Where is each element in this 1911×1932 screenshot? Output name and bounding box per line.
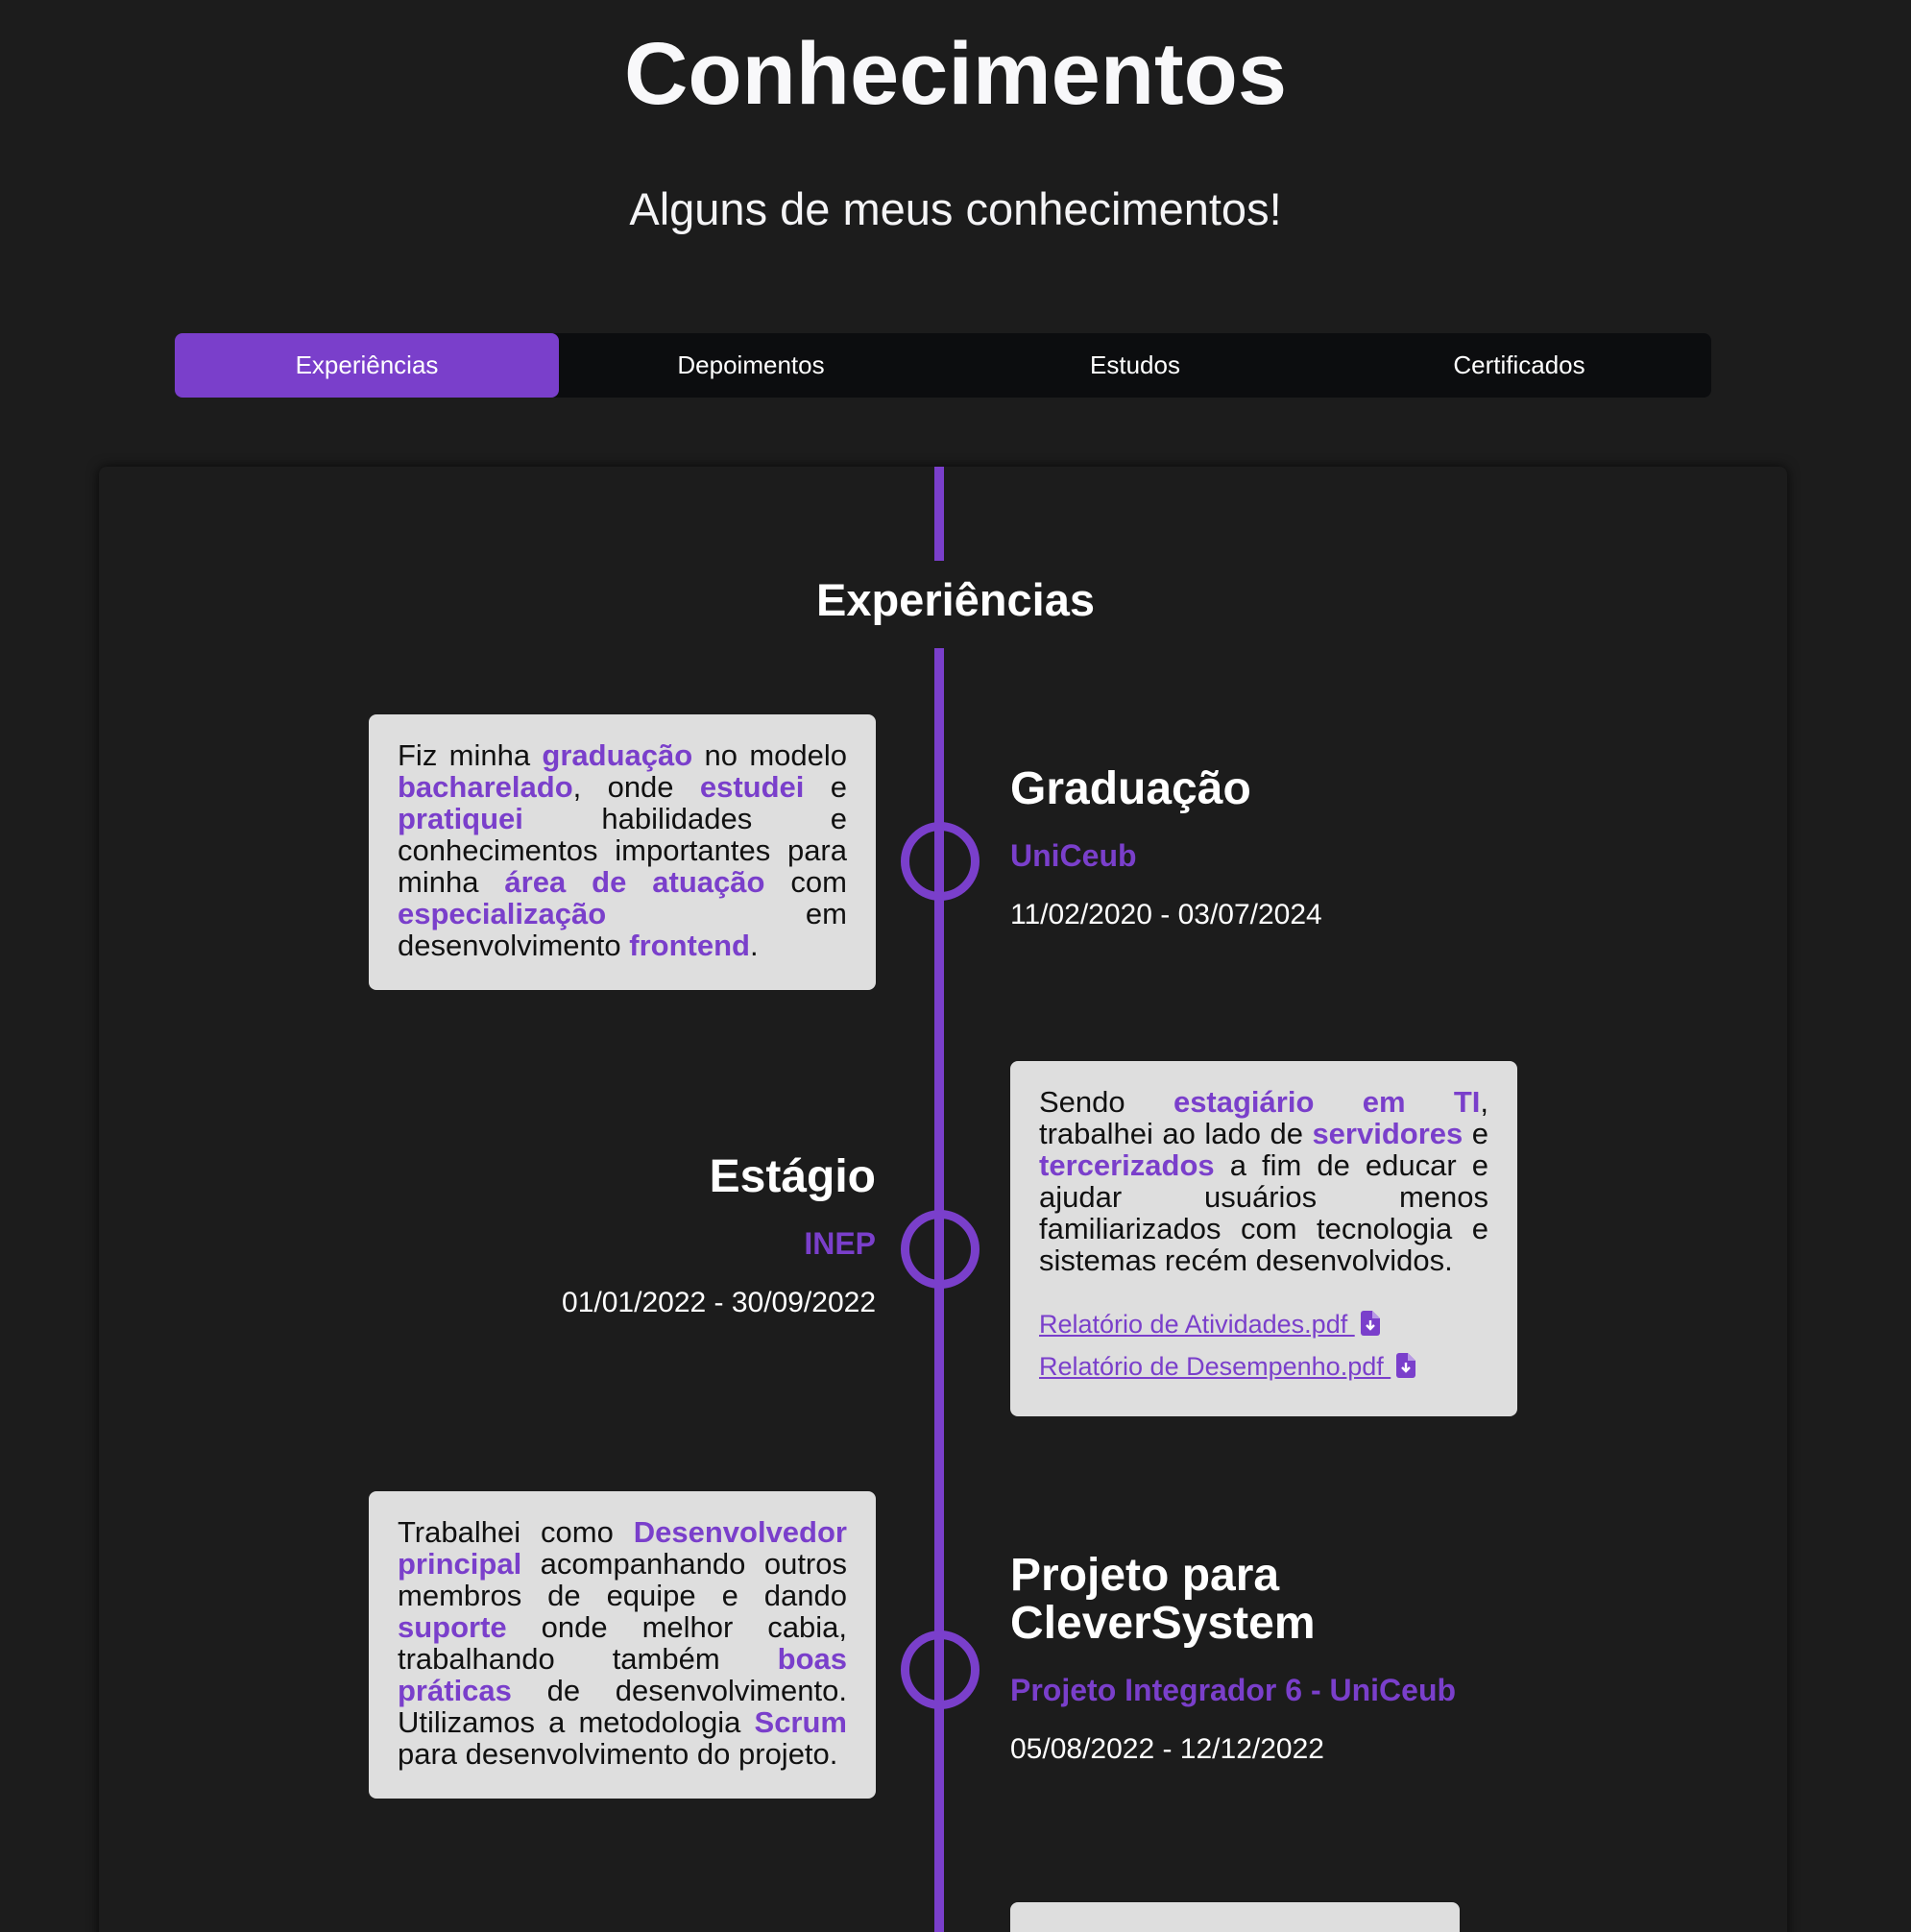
- highlight-text: bacharelado: [398, 770, 573, 804]
- page-title: Conhecimentos: [623, 25, 1288, 123]
- tab-certificados[interactable]: Certificados: [1327, 333, 1711, 398]
- description-card-cleversystem: Trabalhei como Desenvolvedor principal a…: [369, 1491, 876, 1799]
- highlight-text: tercerizados: [1039, 1148, 1215, 1182]
- body-text: , onde: [572, 770, 700, 804]
- description-card-next: [1010, 1902, 1460, 1932]
- entry-graduacao: Graduação UniCeub 11/02/2020 - 03/07/202…: [1010, 765, 1322, 934]
- highlight-text: suporte: [398, 1610, 507, 1644]
- body-text: com: [764, 865, 847, 899]
- highlight-text: frontend: [629, 929, 750, 962]
- timeline-node: [901, 822, 980, 901]
- highlight-text: especialização: [398, 897, 607, 930]
- page: Conhecimentos Alguns de meus conheciment…: [0, 0, 1911, 1932]
- description-text: Trabalhei como Desenvolvedor principal a…: [398, 1516, 847, 1770]
- description-card-graduacao: Fiz minha graduação no modelo bacharelad…: [369, 714, 876, 990]
- entry-dates: 01/01/2022 - 30/09/2022: [562, 1287, 876, 1318]
- highlight-text: estagiário em TI: [1173, 1085, 1481, 1119]
- timeline-line-top: [934, 467, 944, 561]
- description-text: Fiz minha graduação no modelo bacharelad…: [398, 739, 847, 961]
- highlight-text: graduação: [542, 738, 693, 772]
- body-text: no modelo: [692, 738, 848, 772]
- file-download-icon: [1396, 1353, 1416, 1378]
- body-text: .: [749, 929, 759, 962]
- description-text: Sendo estagiário em TI, trabalhei ao lad…: [1039, 1086, 1488, 1276]
- entry-title: Estágio: [709, 1151, 876, 1202]
- entry-org: UniCeub: [1010, 838, 1137, 873]
- body-text: Fiz minha: [398, 738, 543, 772]
- entry-estagio: Estágio INEP 01/01/2022 - 30/09/2022: [562, 1153, 876, 1322]
- highlight-text: servidores: [1312, 1117, 1463, 1150]
- entry-cleversystem: Projeto para CleverSystem Projeto Integr…: [1010, 1552, 1456, 1769]
- tab-depoimentos[interactable]: Depoimentos: [559, 333, 943, 398]
- body-text: Trabalhei como: [398, 1515, 634, 1549]
- highlight-text: estudei: [699, 770, 805, 804]
- tab-experiencias[interactable]: Experiências: [175, 333, 559, 398]
- body-text: Sendo: [1039, 1085, 1173, 1119]
- highlight-text: área de atuação: [504, 865, 765, 899]
- entry-org: Projeto Integrador 6 - UniCeub: [1010, 1673, 1457, 1707]
- report-activities-link[interactable]: Relatório de Atividades.pdf: [1039, 1303, 1488, 1345]
- report-performance-link[interactable]: Relatório de Desempenho.pdf: [1039, 1345, 1488, 1388]
- description-card-estagio: Sendo estagiário em TI, trabalhei ao lad…: [1010, 1061, 1517, 1416]
- body-text: e: [804, 770, 847, 804]
- timeline-node: [901, 1210, 980, 1289]
- section-title: Experiências: [815, 574, 1095, 625]
- highlight-text: pratiquei: [398, 802, 523, 835]
- entry-org: INEP: [804, 1226, 876, 1261]
- file-download-icon: [1360, 1311, 1380, 1336]
- link-label: Relatório de Atividades.pdf: [1039, 1310, 1355, 1339]
- page-subtitle: Alguns de meus conhecimentos!: [629, 183, 1282, 234]
- attachment-links: Relatório de Atividades.pdf Relatório de…: [1039, 1303, 1488, 1388]
- body-text: para desenvolvimento do projeto.: [398, 1737, 838, 1771]
- entry-title: Graduação: [1010, 763, 1251, 814]
- link-label: Relatório de Desempenho.pdf: [1039, 1352, 1391, 1381]
- body-text: e: [1463, 1117, 1488, 1150]
- entry-title: Projeto para CleverSystem: [1010, 1550, 1316, 1649]
- highlight-text: Scrum: [754, 1705, 847, 1739]
- entry-dates: 05/08/2022 - 12/12/2022: [1010, 1733, 1324, 1765]
- entry-dates: 11/02/2020 - 03/07/2024: [1010, 899, 1322, 930]
- tab-bar: Experiências Depoimentos Estudos Certifi…: [175, 333, 1711, 398]
- tab-estudos[interactable]: Estudos: [943, 333, 1327, 398]
- timeline-node: [901, 1630, 980, 1709]
